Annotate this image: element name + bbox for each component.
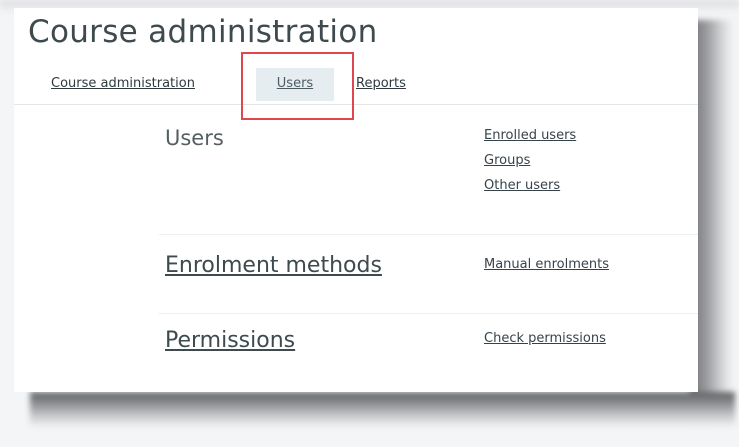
section-users: Users Enrolled users Groups Other users [159,118,698,235]
link-other-users[interactable]: Other users [484,173,576,198]
page-card: Course administration Course administrat… [14,8,698,392]
permissions-link-list: Check permissions [484,326,606,351]
link-enrolled-users[interactable]: Enrolled users [484,123,576,148]
shadow-bottom [30,392,735,426]
link-groups[interactable]: Groups [484,148,576,173]
section-enrolment-methods: Enrolment methods Manual enrolments [159,235,698,314]
secondary-nav: Course administration Users Reports [14,68,698,105]
tab-reports[interactable]: Reports [356,68,406,101]
section-heading-permissions[interactable]: Permissions [165,328,295,353]
section-heading-enrolment-methods[interactable]: Enrolment methods [165,253,382,278]
tab-users[interactable]: Users [256,68,334,101]
section-heading-users: Users [165,126,224,150]
page-title: Course administration [28,14,378,50]
users-link-list: Enrolled users Groups Other users [484,123,576,198]
section-permissions: Permissions Check permissions [159,314,698,384]
tab-course-administration[interactable]: Course administration [51,68,195,101]
link-check-permissions[interactable]: Check permissions [484,326,606,351]
link-manual-enrolments[interactable]: Manual enrolments [484,252,609,277]
enrolment-link-list: Manual enrolments [484,252,609,277]
